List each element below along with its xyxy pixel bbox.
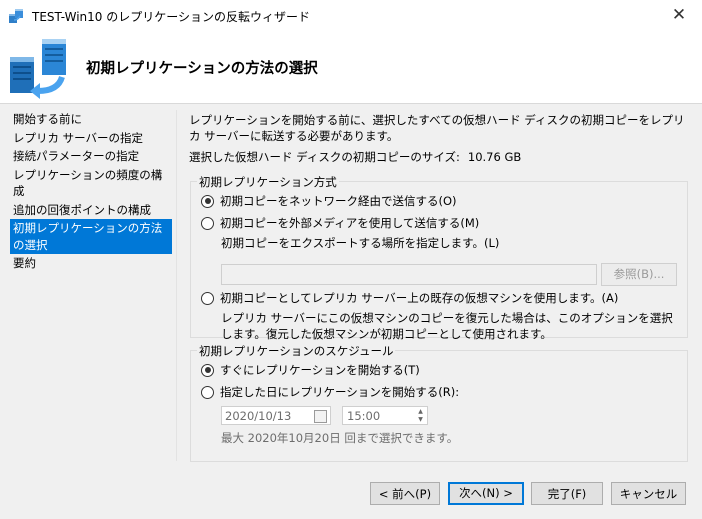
nav-item-connection-parameters[interactable]: 接続パラメーターの指定 xyxy=(10,147,172,166)
radio-button[interactable] xyxy=(201,363,214,377)
spinner-icon[interactable]: ▲ ▼ xyxy=(415,408,426,423)
nav-item-replication-frequency[interactable]: レプリケーションの頻度の構成 xyxy=(10,166,172,201)
close-icon[interactable]: ✕ xyxy=(656,0,702,31)
group-label: 初期レプリケーションのスケジュール xyxy=(197,343,396,359)
replication-schedule-group: 初期レプリケーションのスケジュール すぐにレプリケーションを開始する(T) 指定… xyxy=(190,343,688,462)
date-value: 2020/10/13 xyxy=(225,409,292,423)
nav-item-initial-replication-method[interactable]: 初期レプリケーションの方法の選択 xyxy=(10,219,172,254)
server-replication-wizard-icon xyxy=(6,35,72,102)
option-external-media[interactable]: 初期コピーを外部メディアを使用して送信する(M) xyxy=(201,215,479,231)
title-bar: TEST-Win10 のレプリケーションの反転ウィザード ✕ xyxy=(0,0,702,31)
time-picker[interactable]: 15:00 ▲ ▼ xyxy=(342,406,428,425)
option-label: 初期コピーとしてレプリカ サーバー上の既存の仮想マシンを使用します。(A) xyxy=(220,291,619,305)
window-title: TEST-Win10 のレプリケーションの反転ウィザード xyxy=(32,10,310,24)
replication-method-group: 初期レプリケーション方式 初期コピーをネットワーク経由で送信する(O) 初期コピ… xyxy=(190,174,688,341)
initial-copy-size: 選択した仮想ハード ディスクの初期コピーのサイズ: 10.76 GB xyxy=(189,149,521,165)
date-picker[interactable]: 2020/10/13 xyxy=(221,406,331,425)
export-location-label: 初期コピーをエクスポートする場所を指定します。(L) xyxy=(221,236,500,250)
nav-item-before-you-begin[interactable]: 開始する前に xyxy=(10,110,172,129)
option-label: すぐにレプリケーションを開始する(T) xyxy=(220,363,420,377)
server-replication-icon xyxy=(8,8,24,27)
option-existing-vm[interactable]: 初期コピーとしてレプリカ サーバー上の既存の仮想マシンを使用します。(A) xyxy=(201,290,618,306)
nav-item-summary[interactable]: 要約 xyxy=(10,254,172,273)
group-label: 初期レプリケーション方式 xyxy=(197,174,339,190)
radio-button[interactable] xyxy=(201,194,214,208)
option-start-later[interactable]: 指定した日にレプリケーションを開始する(R): xyxy=(201,384,459,400)
cancel-button[interactable]: キャンセル xyxy=(611,482,686,505)
option-label: 指定した日にレプリケーションを開始する(R): xyxy=(220,385,460,399)
schedule-note: 最大 2020年10月20日 回まで選択できます。 xyxy=(221,431,459,445)
radio-button[interactable] xyxy=(201,291,214,305)
size-value: 10.76 GB xyxy=(467,150,522,164)
option-label: 初期コピーを外部メディアを使用して送信する(M) xyxy=(220,216,480,230)
export-path-input[interactable] xyxy=(221,264,597,285)
radio-button[interactable] xyxy=(201,385,214,399)
nav-divider xyxy=(176,110,177,461)
size-label: 選択した仮想ハード ディスクの初期コピーのサイズ: xyxy=(189,150,460,164)
finish-button[interactable]: 完了(F) xyxy=(531,482,603,505)
nav-item-replica-server[interactable]: レプリカ サーバーの指定 xyxy=(10,129,172,148)
intro-text: レプリケーションを開始する前に、選択したすべての仮想ハード ディスクの初期コピー… xyxy=(189,113,685,143)
nav-item-recovery-points[interactable]: 追加の回復ポイントの構成 xyxy=(10,201,172,220)
option-label: 初期コピーをネットワーク経由で送信する(O) xyxy=(220,194,457,208)
wizard-steps: 開始する前に レプリカ サーバーの指定 接続パラメーターの指定 レプリケーション… xyxy=(10,110,172,273)
next-button[interactable]: 次へ(N) > xyxy=(448,482,524,505)
existing-vm-note: レプリカ サーバーにこの仮想マシンのコピーを復元した場合は、このオプションを選択… xyxy=(221,311,673,341)
previous-button[interactable]: < 前へ(P) xyxy=(370,482,440,505)
time-value: 15:00 xyxy=(347,409,381,423)
option-network[interactable]: 初期コピーをネットワーク経由で送信する(O) xyxy=(201,193,457,209)
wizard-header: 初期レプリケーションの方法の選択 xyxy=(0,31,702,104)
option-start-now[interactable]: すぐにレプリケーションを開始する(T) xyxy=(201,362,420,378)
page-heading: 初期レプリケーションの方法の選択 xyxy=(86,61,318,77)
calendar-icon[interactable] xyxy=(314,410,327,423)
browse-button[interactable]: 参照(B)... xyxy=(601,263,677,286)
radio-button[interactable] xyxy=(201,216,214,230)
